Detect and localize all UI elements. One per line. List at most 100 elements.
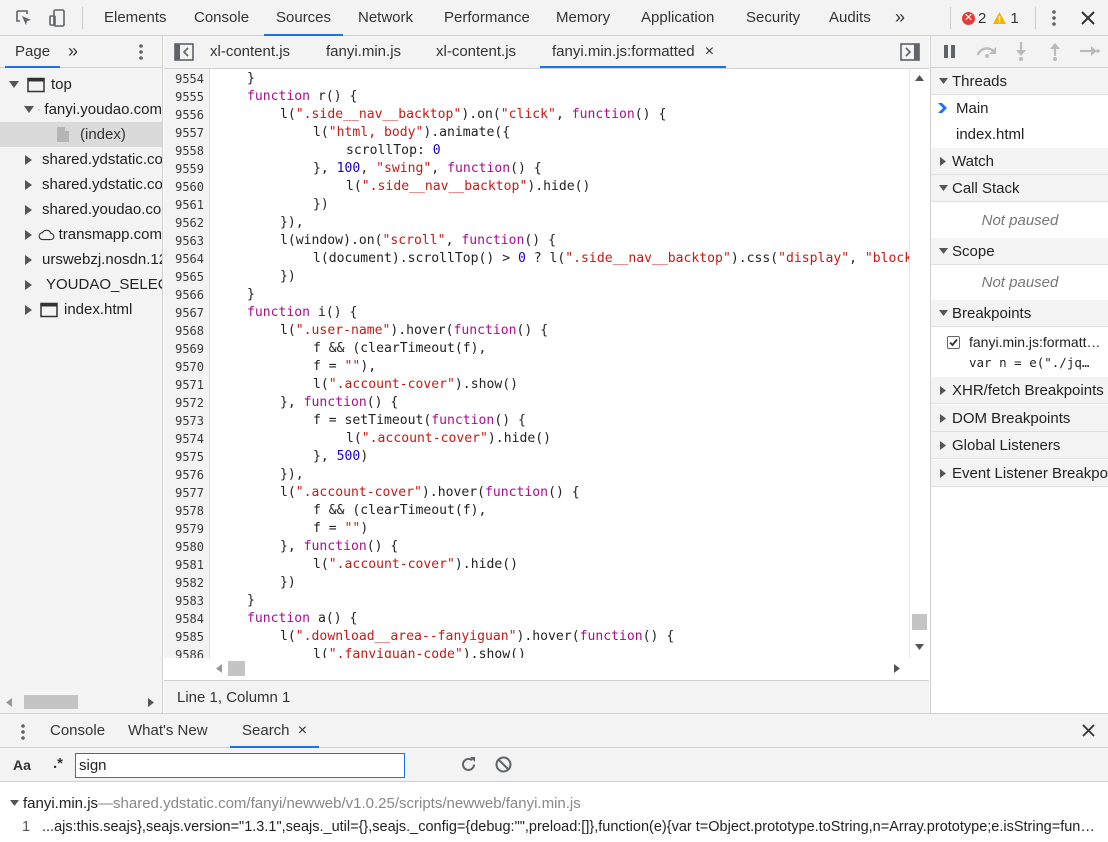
line-number[interactable]: 9582 — [164, 574, 204, 592]
line-number[interactable]: 9568 — [164, 322, 204, 340]
tree-item-domain[interactable]: shared.ydstatic.com — [0, 147, 162, 172]
match-case-button[interactable]: Aa — [13, 748, 31, 782]
thread-index[interactable]: index.html — [931, 121, 1108, 147]
close-drawer-icon[interactable] — [1082, 724, 1095, 737]
breakpoints-header[interactable]: Breakpoints — [931, 300, 1108, 327]
scroll-thumb[interactable] — [24, 695, 78, 709]
call-stack-header[interactable]: Call Stack — [931, 175, 1108, 202]
editor-vscrollbar[interactable] — [909, 69, 929, 658]
line-number[interactable]: 9576 — [164, 466, 204, 484]
tree-item-frame[interactable]: index.html — [0, 297, 162, 322]
threads-header[interactable]: Threads — [931, 68, 1108, 95]
device-toolbar-icon[interactable] — [45, 6, 69, 30]
tree-item-domain[interactable]: fanyi.youdao.com — [0, 97, 162, 122]
tree-item-domain[interactable]: urswebzj.nosdn.127.net — [0, 247, 162, 272]
breakpoint-checkbox[interactable] — [947, 336, 960, 349]
tab-sources[interactable]: Sources — [264, 0, 344, 36]
line-number[interactable]: 9556 — [164, 106, 204, 124]
line-number[interactable]: 9561 — [164, 196, 204, 214]
code-editor[interactable]: 9554 9555 9556 9557 9558 9559 9560 9561 9562 9563… — [164, 69, 909, 658]
line-number[interactable]: 9558 — [164, 142, 204, 160]
tab-performance[interactable]: Performance — [444, 0, 530, 36]
line-number[interactable]: 9559 — [164, 160, 204, 178]
navigator-menu-icon[interactable] — [138, 43, 144, 61]
line-number[interactable]: 9581 — [164, 556, 204, 574]
line-number[interactable]: 9575 — [164, 448, 204, 466]
file-tab[interactable]: xl-content.js — [436, 36, 516, 68]
line-number[interactable]: 9555 — [164, 88, 204, 106]
issue-counter[interactable]: ✕ 2 1 — [962, 8, 1019, 28]
inspect-element-icon[interactable] — [12, 6, 36, 30]
scroll-thumb[interactable] — [912, 614, 927, 630]
line-number[interactable]: 9557 — [164, 124, 204, 142]
line-number[interactable]: 9564 — [164, 250, 204, 268]
file-tab-active[interactable]: fanyi.min.js:formatted × — [540, 36, 727, 68]
line-number[interactable]: 9569 — [164, 340, 204, 358]
navigator-hscrollbar[interactable] — [0, 691, 162, 713]
tree-item-top[interactable]: top — [0, 72, 162, 97]
toggle-debugger-icon[interactable] — [900, 43, 920, 61]
line-number[interactable]: 9565 — [164, 268, 204, 286]
line-number[interactable]: 9585 — [164, 628, 204, 646]
drawer-tab-search[interactable]: Search × — [230, 714, 320, 748]
customize-menu-icon[interactable] — [1042, 6, 1066, 30]
close-tab-icon[interactable]: × — [705, 43, 714, 60]
result-match-row[interactable]: 1 ...ajs:this.seajs},seajs.version="1.3.… — [0, 816, 1108, 838]
close-tab-icon[interactable]: × — [298, 722, 307, 739]
toggle-navigator-icon[interactable] — [174, 43, 194, 61]
search-input[interactable] — [75, 753, 405, 778]
file-tab[interactable]: xl-content.js — [210, 36, 290, 68]
tab-audits[interactable]: Audits — [829, 0, 871, 36]
breakpoint-item[interactable]: fanyi.min.js:formatted:... var n = e("./… — [931, 328, 1108, 376]
line-number[interactable]: 9572 — [164, 394, 204, 412]
line-number[interactable]: 9584 — [164, 610, 204, 628]
line-number[interactable]: 9566 — [164, 286, 204, 304]
clear-search-icon[interactable] — [495, 756, 512, 773]
tab-network[interactable]: Network — [358, 0, 413, 36]
editor-hscrollbar[interactable] — [164, 658, 909, 680]
scroll-left-icon[interactable] — [216, 664, 222, 673]
tree-item-domain[interactable]: shared.youdao.com — [0, 197, 162, 222]
tab-security[interactable]: Security — [746, 0, 800, 36]
line-number[interactable]: 9573 — [164, 412, 204, 430]
tab-elements[interactable]: Elements — [104, 0, 167, 36]
tree-item-file-selected[interactable]: (index) — [0, 122, 162, 147]
line-number[interactable]: 9554 — [164, 70, 204, 88]
tree-item-frame[interactable]: YOUDAO_SELECTOR_IFRAME — [0, 272, 162, 297]
line-number[interactable]: 9560 — [164, 178, 204, 196]
line-number-gutter[interactable]: 9554 9555 9556 9557 9558 9559 9560 9561 9562 9563… — [164, 69, 210, 658]
watch-header[interactable]: Watch — [931, 148, 1108, 175]
line-number[interactable]: 9571 — [164, 376, 204, 394]
line-number[interactable]: 9570 — [164, 358, 204, 376]
tab-memory[interactable]: Memory — [556, 0, 610, 36]
scroll-left-icon[interactable] — [6, 698, 12, 707]
drawer-tab-whats-new[interactable]: What's New — [128, 714, 208, 748]
tab-console[interactable]: Console — [194, 0, 249, 36]
pause-icon[interactable] — [944, 45, 956, 58]
scroll-right-icon[interactable] — [148, 698, 154, 707]
tab-application[interactable]: Application — [641, 0, 714, 36]
thread-main[interactable]: Main — [931, 95, 1108, 121]
scroll-up-icon[interactable] — [915, 75, 924, 81]
line-number[interactable]: 9586 — [164, 646, 204, 658]
scroll-right-icon[interactable] — [894, 664, 900, 673]
refresh-icon[interactable] — [460, 756, 477, 773]
line-number[interactable]: 9577 — [164, 484, 204, 502]
tree-item-domain[interactable]: shared.ydstatic.com — [0, 172, 162, 197]
tree-item-domain[interactable]: transmapp.com — [0, 222, 162, 247]
regex-button[interactable]: .* — [53, 748, 63, 782]
line-number[interactable]: 9574 — [164, 430, 204, 448]
scope-header[interactable]: Scope — [931, 238, 1108, 265]
line-number[interactable]: 9578 — [164, 502, 204, 520]
result-file-row[interactable]: fanyi.min.js — shared.ydstatic.com/fanyi… — [0, 792, 1108, 814]
line-number[interactable]: 9579 — [164, 520, 204, 538]
dom-breakpoints-header[interactable]: DOM Breakpoints — [931, 405, 1108, 432]
drawer-tab-console[interactable]: Console — [50, 714, 105, 748]
line-number[interactable]: 9583 — [164, 592, 204, 610]
close-devtools-icon[interactable] — [1076, 6, 1100, 30]
event-listener-breakpoints-header[interactable]: Event Listener Breakpoints — [931, 460, 1108, 487]
line-number[interactable]: 9562 — [164, 214, 204, 232]
global-listeners-header[interactable]: Global Listeners — [931, 432, 1108, 459]
navigator-more-button[interactable]: » — [68, 36, 78, 68]
line-number[interactable]: 9563 — [164, 232, 204, 250]
